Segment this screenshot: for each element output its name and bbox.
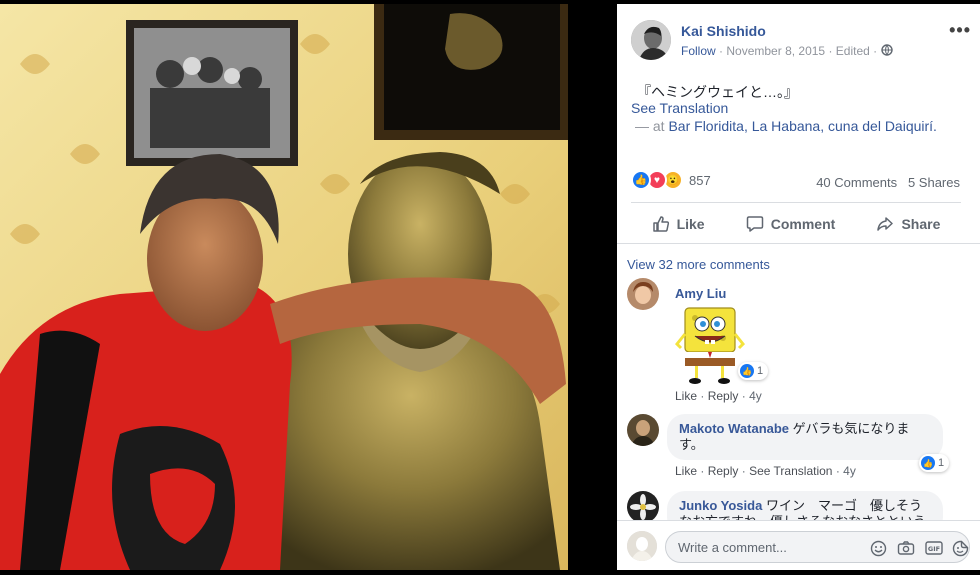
spongebob-sticker bbox=[674, 307, 746, 384]
comment-reaction-count: 1 bbox=[938, 457, 945, 469]
svg-text:GIF: GIF bbox=[928, 545, 940, 553]
photo-viewer: Kai Shishido Follow · November 8, 2015 ·… bbox=[0, 0, 980, 575]
comment-like-link[interactable]: Like bbox=[675, 464, 697, 478]
commenter-avatar-image bbox=[627, 491, 659, 523]
commenter-avatar-image bbox=[627, 278, 659, 310]
more-icon[interactable]: ••• bbox=[949, 20, 971, 41]
divider bbox=[617, 243, 980, 244]
view-more-comments-link[interactable]: View 32 more comments bbox=[627, 257, 770, 272]
like-icon bbox=[652, 216, 669, 232]
reaction-count[interactable]: 857 bbox=[689, 173, 711, 188]
see-translation-link[interactable]: See Translation bbox=[631, 100, 728, 116]
link-separator: · bbox=[700, 464, 708, 478]
comment-item: Amy Liu 👍 1 Like · Reply · 4y bbox=[627, 278, 967, 406]
author-avatar[interactable] bbox=[631, 20, 671, 60]
comment-author[interactable]: Junko Yosida bbox=[679, 498, 762, 513]
commenter-avatar[interactable] bbox=[627, 414, 659, 446]
location-link[interactable]: Bar Floridita, La Habana, cuna del Daiqu… bbox=[668, 118, 936, 134]
comment-actions: Like · Reply · See Translation · 4y bbox=[675, 464, 856, 478]
globe-icon bbox=[880, 44, 893, 58]
like-button[interactable]: Like bbox=[652, 208, 705, 240]
emoji-icon[interactable] bbox=[868, 538, 888, 558]
divider bbox=[631, 202, 961, 203]
comment-reaction-count: 1 bbox=[757, 365, 764, 377]
edited-label[interactable]: Edited bbox=[836, 44, 870, 58]
shares-count[interactable]: 5 Shares bbox=[908, 175, 960, 190]
comment-age[interactable]: 4y bbox=[749, 389, 762, 403]
comment-icon bbox=[746, 216, 763, 232]
follow-link[interactable]: Follow bbox=[681, 44, 716, 58]
author-name[interactable]: Kai Shishido bbox=[681, 23, 766, 39]
author-avatar-image bbox=[631, 20, 671, 60]
location-line: — at Bar Floridita, La Habana, cuna del … bbox=[635, 118, 937, 134]
sticker-icon[interactable] bbox=[950, 538, 970, 558]
camera-icon[interactable] bbox=[896, 538, 916, 558]
current-user-avatar[interactable] bbox=[627, 531, 657, 561]
commenter-avatar[interactable] bbox=[627, 491, 659, 523]
comment-button[interactable]: Comment bbox=[746, 208, 836, 240]
share-label: Share bbox=[901, 216, 941, 232]
comment-label: Comment bbox=[770, 216, 836, 232]
post-photo[interactable] bbox=[0, 4, 568, 570]
photo-illustration bbox=[0, 4, 568, 570]
post-stats: 40 Comments 5 Shares bbox=[816, 175, 960, 190]
link-separator: · bbox=[741, 389, 750, 403]
meta-separator: · bbox=[828, 44, 836, 58]
like-reaction-icon: 👍 bbox=[631, 170, 651, 190]
comment-age[interactable]: 4y bbox=[843, 464, 856, 478]
comment-see-translation-link[interactable]: See Translation bbox=[749, 464, 832, 478]
at-prefix: — at bbox=[635, 118, 669, 134]
like-icon: 👍 bbox=[740, 364, 754, 378]
comment-reaction-badge[interactable]: 👍 1 bbox=[919, 454, 950, 472]
post-date[interactable]: November 8, 2015 bbox=[726, 44, 825, 58]
comment-like-link[interactable]: Like bbox=[675, 389, 697, 403]
like-label: Like bbox=[676, 216, 705, 232]
post-text: 『ヘミングウェイと…。』 bbox=[637, 84, 798, 100]
share-button[interactable]: Share bbox=[876, 208, 940, 240]
comment-item: Makoto Watanabe ゲバラも気になります。 👍 1 Like · R… bbox=[627, 414, 967, 482]
comment-actions: Like · Reply · 4y bbox=[675, 389, 762, 403]
like-icon: 👍 bbox=[921, 456, 935, 470]
comment-composer: Write a comment... GIF bbox=[617, 520, 980, 570]
comment-reply-link[interactable]: Reply bbox=[708, 389, 739, 403]
comment-author[interactable]: Amy Liu bbox=[675, 286, 726, 301]
post-side-panel: Kai Shishido Follow · November 8, 2015 ·… bbox=[617, 4, 980, 570]
comment-bubble: Makoto Watanabe ゲバラも気になります。 bbox=[667, 414, 943, 460]
sticker-image bbox=[674, 304, 746, 388]
gif-icon[interactable]: GIF bbox=[924, 538, 944, 558]
link-separator: · bbox=[741, 464, 750, 478]
comment-placeholder: Write a comment... bbox=[678, 540, 787, 555]
comment-reaction-badge[interactable]: 👍 1 bbox=[738, 362, 769, 380]
comment-reply-link[interactable]: Reply bbox=[708, 464, 739, 478]
link-separator: · bbox=[700, 389, 708, 403]
comments-count[interactable]: 40 Comments bbox=[816, 175, 897, 190]
comment-input[interactable]: Write a comment... GIF bbox=[665, 531, 970, 563]
commenter-avatar[interactable] bbox=[627, 278, 659, 310]
comment-author[interactable]: Makoto Watanabe bbox=[679, 421, 789, 436]
share-icon bbox=[877, 217, 894, 231]
meta-separator: · bbox=[873, 44, 881, 58]
post-header: Kai Shishido Follow · November 8, 2015 ·… bbox=[631, 18, 971, 68]
user-avatar-image bbox=[627, 531, 657, 561]
post-meta: Follow · November 8, 2015 · Edited · bbox=[681, 44, 893, 58]
commenter-avatar-image bbox=[627, 414, 659, 446]
post-actions: Like Comment Share bbox=[631, 208, 961, 240]
